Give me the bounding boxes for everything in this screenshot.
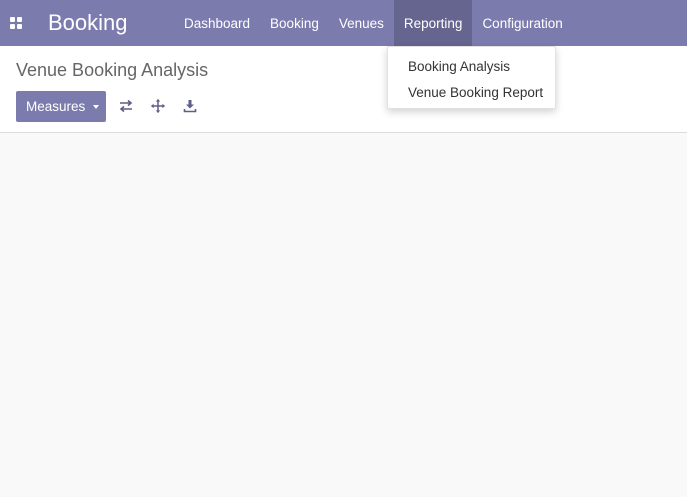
page-title: Venue Booking Analysis (16, 60, 209, 80)
flip-axis-icon (119, 99, 133, 113)
flip-axis-button[interactable] (118, 98, 134, 114)
menu-configuration[interactable]: Configuration (472, 0, 572, 46)
download-button[interactable] (182, 98, 198, 114)
dropdown-item-booking-analysis[interactable]: Booking Analysis (408, 59, 510, 74)
measures-button[interactable]: Measures (16, 91, 106, 122)
control-panel: Venue Booking Analysis Measures (0, 46, 687, 133)
dropdown-item-venue-booking-report[interactable]: Venue Booking Report (408, 85, 543, 100)
main-menu: Dashboard Booking Venues Reporting Confi… (174, 0, 573, 46)
measures-label: Measures (26, 99, 86, 114)
expand-all-button[interactable] (150, 98, 166, 114)
apps-grid-icon (10, 17, 22, 29)
menu-reporting[interactable]: Reporting (393, 0, 473, 46)
caret-down-icon (93, 104, 100, 109)
menu-dashboard[interactable]: Dashboard (174, 0, 260, 46)
download-icon (183, 100, 197, 113)
expand-all-icon (151, 99, 165, 113)
app-brand[interactable]: Booking (48, 10, 128, 36)
apps-menu-button[interactable] (0, 0, 32, 46)
reporting-dropdown-menu: Booking Analysis Venue Booking Report (387, 46, 556, 109)
menu-venues[interactable]: Venues (329, 0, 394, 46)
top-navbar: Booking Dashboard Booking Venues Reporti… (0, 0, 687, 46)
menu-booking[interactable]: Booking (260, 0, 329, 46)
